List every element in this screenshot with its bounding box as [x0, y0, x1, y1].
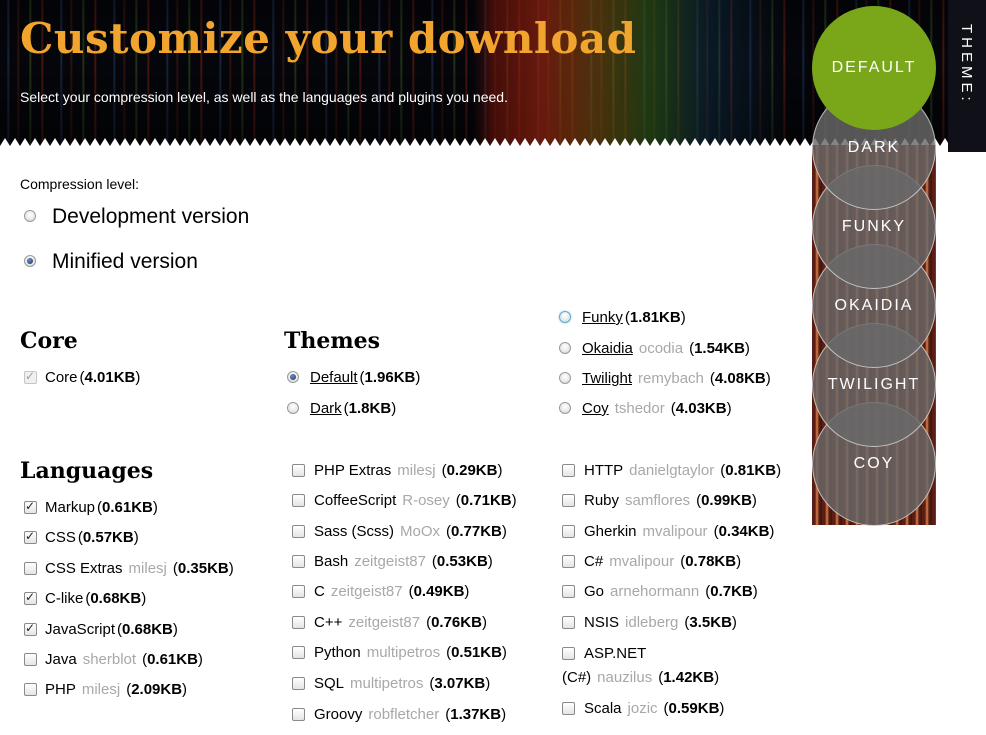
lang-item-scala[interactable]: Scalajozic0.59KB — [584, 700, 724, 717]
lang-item-csharp[interactable]: C#mvalipour0.78KB — [584, 553, 741, 570]
theme-radio-coy[interactable] — [559, 402, 571, 414]
lang-checkbox-coffeescript[interactable] — [292, 494, 305, 507]
page-subtitle: Select your compression level, as well a… — [20, 89, 508, 105]
lang-checkbox-bash[interactable] — [292, 555, 305, 568]
lang-checkbox-http[interactable] — [562, 464, 575, 477]
core-item: Core4.01KB — [45, 369, 140, 386]
compression-option-minified[interactable]: Minified version — [52, 250, 198, 274]
section-heading-languages: Languages — [20, 458, 154, 484]
theme-item-funky[interactable]: Funky1.81KB — [582, 309, 686, 326]
lang-checkbox-javascript[interactable] — [24, 621, 37, 636]
lang-checkbox-gherkin[interactable] — [562, 525, 575, 538]
lang-item-bash[interactable]: Bashzeitgeist870.53KB — [314, 553, 493, 570]
lang-checkbox-java[interactable] — [24, 653, 37, 666]
lang-item-ruby[interactable]: Rubysamflores0.99KB — [584, 492, 757, 509]
lang-checkbox-css[interactable] — [24, 529, 37, 544]
page-title: Customize your download — [20, 14, 637, 63]
compression-label: Compression level: — [20, 176, 140, 192]
lang-checkbox-css-extras[interactable] — [24, 562, 37, 575]
lang-checkbox-csharp[interactable] — [562, 555, 575, 568]
lang-checkbox-python[interactable] — [292, 646, 305, 659]
theme-radio-dark[interactable] — [287, 402, 299, 414]
section-heading-themes: Themes — [284, 328, 381, 354]
lang-item-markup[interactable]: Markup0.61KB — [45, 499, 158, 516]
lang-item-nsis[interactable]: NSISidleberg3.5KB — [584, 614, 737, 631]
section-heading-core: Core — [20, 328, 78, 354]
lang-item-java[interactable]: Javasherblot0.61KB — [45, 651, 203, 668]
theme-item-dark[interactable]: Dark1.8KB — [310, 400, 396, 417]
lang-checkbox-sql[interactable] — [292, 677, 305, 690]
theme-item-twilight[interactable]: Twilightremybach4.08KB — [582, 370, 771, 387]
lang-item-c[interactable]: Czeitgeist870.49KB — [314, 583, 469, 600]
compression-radio-minified[interactable] — [24, 255, 36, 267]
lang-checkbox-nsis[interactable] — [562, 616, 575, 629]
theme-radio-funky[interactable] — [559, 311, 571, 323]
lang-item-aspnet[interactable]: ASP.NET — [584, 645, 646, 662]
lang-item-aspnet-line2[interactable]: (C#)nauzilus1.42KB — [562, 669, 719, 686]
core-checkbox — [24, 369, 37, 384]
compression-radio-development[interactable] — [24, 210, 36, 222]
theme-switcher: COY TWILIGHT OKAIDIA FUNKY DARK DEFAULT — [812, 6, 936, 526]
lang-checkbox-c[interactable] — [292, 585, 305, 598]
lang-item-coffeescript[interactable]: CoffeeScriptR-osey0.71KB — [314, 492, 517, 509]
theme-radio-okaidia[interactable] — [559, 342, 571, 354]
lang-checkbox-scala[interactable] — [562, 702, 575, 715]
lang-item-gherkin[interactable]: Gherkinmvalipour0.34KB — [584, 523, 774, 540]
theme-item-default[interactable]: Default1.96KB — [310, 369, 420, 386]
lang-checkbox-markup[interactable] — [24, 499, 37, 514]
lang-checkbox-aspnet[interactable] — [562, 647, 575, 660]
lang-item-sass[interactable]: Sass (Scss)MoOx0.77KB — [314, 523, 507, 540]
lang-checkbox-php-extras[interactable] — [292, 464, 305, 477]
lang-item-http[interactable]: HTTPdanielgtaylor0.81KB — [584, 462, 781, 479]
theme-tag-label: THEME: — [958, 24, 975, 105]
lang-item-php[interactable]: PHPmilesj2.09KB — [45, 681, 187, 698]
theme-radio-twilight[interactable] — [559, 372, 571, 384]
lang-item-cpp[interactable]: C++zeitgeist870.76KB — [314, 614, 487, 631]
lang-item-groovy[interactable]: Groovyrobfletcher1.37KB — [314, 706, 506, 723]
lang-item-php-extras[interactable]: PHP Extrasmilesj0.29KB — [314, 462, 502, 479]
theme-item-okaidia[interactable]: Okaidiaocodia1.54KB — [582, 340, 750, 357]
lang-checkbox-cpp[interactable] — [292, 616, 305, 629]
lang-item-python[interactable]: Pythonmultipetros0.51KB — [314, 644, 507, 661]
lang-item-css-extras[interactable]: CSS Extrasmilesj0.35KB — [45, 560, 234, 577]
compression-option-development[interactable]: Development version — [52, 205, 249, 229]
theme-item-coy[interactable]: Coytshedor4.03KB — [582, 400, 732, 417]
lang-item-c-like[interactable]: C-like0.68KB — [45, 590, 146, 607]
lang-item-css[interactable]: CSS0.57KB — [45, 529, 139, 546]
theme-switch-default[interactable]: DEFAULT — [812, 6, 936, 130]
lang-item-sql[interactable]: SQLmultipetros3.07KB — [314, 675, 490, 692]
lang-checkbox-c-like[interactable] — [24, 590, 37, 605]
lang-item-go[interactable]: Goarnehormann0.7KB — [584, 583, 758, 600]
lang-checkbox-groovy[interactable] — [292, 708, 305, 721]
lang-checkbox-go[interactable] — [562, 585, 575, 598]
lang-checkbox-sass[interactable] — [292, 525, 305, 538]
lang-checkbox-ruby[interactable] — [562, 494, 575, 507]
lang-item-javascript[interactable]: JavaScript0.68KB — [45, 621, 178, 638]
theme-radio-default[interactable] — [287, 371, 299, 383]
lang-checkbox-php[interactable] — [24, 683, 37, 696]
